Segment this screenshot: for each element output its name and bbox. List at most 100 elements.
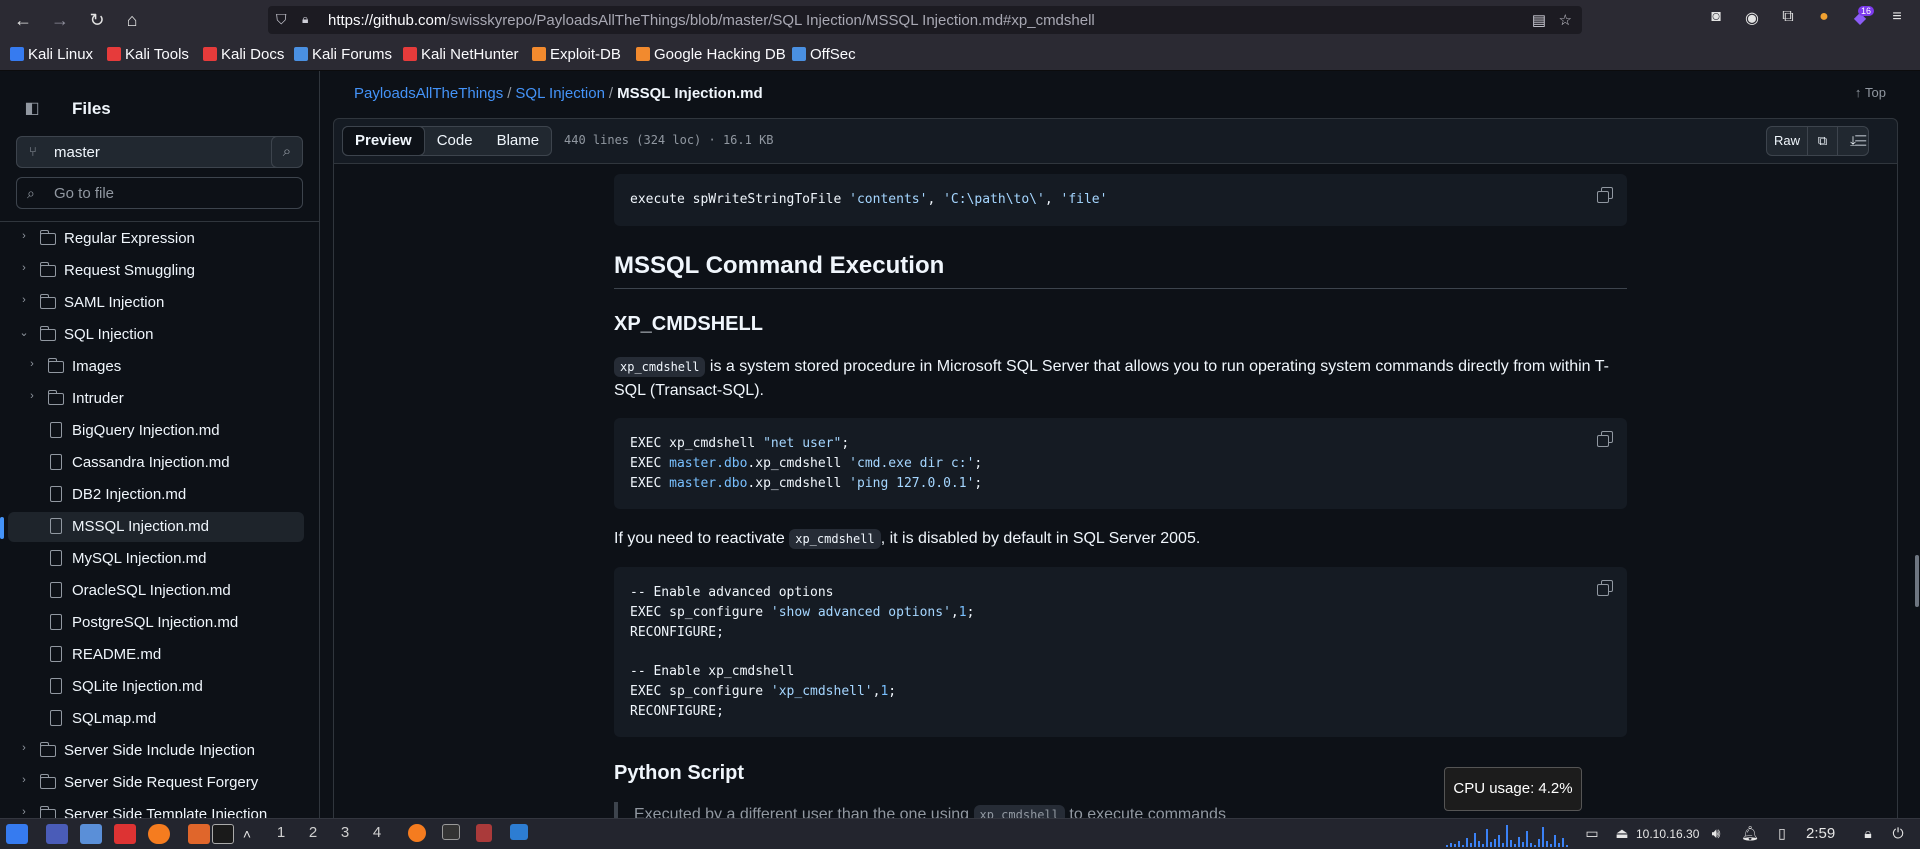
file-icon bbox=[48, 710, 64, 726]
tree-file[interactable]: OracleSQL Injection.md bbox=[8, 576, 304, 606]
copy-code-icon[interactable] bbox=[1597, 430, 1615, 448]
tree-folder[interactable]: › Server Side Include Injection bbox=[8, 736, 304, 766]
chevron-right-icon[interactable]: › bbox=[18, 294, 30, 306]
tree-folder[interactable]: ⌄ SQL Injection bbox=[8, 320, 304, 350]
terminal-icon[interactable] bbox=[212, 824, 234, 844]
cpu-graph-bar bbox=[1542, 827, 1544, 847]
branch-selector[interactable]: ⑂ master ▼ bbox=[16, 136, 297, 168]
tab-blame[interactable]: Blame bbox=[485, 127, 552, 155]
tree-file[interactable]: PostgreSQL Injection.md bbox=[8, 608, 304, 638]
volume-icon[interactable]: 🔊︎ bbox=[1706, 825, 1726, 842]
cpu-graph-bar bbox=[1454, 844, 1456, 847]
notification-bell-icon[interactable]: 🔔︎ bbox=[1740, 825, 1760, 842]
file-manager-icon[interactable] bbox=[80, 824, 102, 844]
chevron-right-icon[interactable]: › bbox=[26, 390, 38, 402]
pocket-icon[interactable]: ◙ bbox=[1704, 8, 1728, 26]
logout-icon[interactable]: ⏻ bbox=[1888, 825, 1908, 842]
tree-file[interactable]: SQLmap.md bbox=[8, 704, 304, 734]
search-button[interactable]: ⌕ bbox=[271, 136, 303, 168]
bookmark-kali-nethunter[interactable]: Kali NetHunter bbox=[403, 46, 519, 63]
forward-icon[interactable]: → bbox=[47, 8, 73, 32]
menu-icon[interactable]: ≡ bbox=[1885, 8, 1909, 26]
screen-icon[interactable]: ▭ bbox=[1582, 825, 1602, 842]
raw-button[interactable]: Raw bbox=[1767, 127, 1809, 155]
scrollbar-thumb[interactable] bbox=[1915, 555, 1919, 607]
account-icon[interactable]: ◉ bbox=[1740, 8, 1764, 28]
tree-folder[interactable]: › Request Smuggling bbox=[8, 256, 304, 286]
workspace-2[interactable]: 2 bbox=[302, 824, 324, 841]
url-bar[interactable]: ⛉ 🔒︎ https://github.com/swisskyrepo/Payl… bbox=[268, 6, 1582, 34]
copy-raw-icon[interactable]: ⧉ bbox=[1808, 127, 1839, 155]
top-button[interactable]: ↑ Top bbox=[1855, 85, 1886, 100]
tab-preview[interactable]: Preview bbox=[342, 126, 425, 156]
battery-icon[interactable]: ▯ bbox=[1772, 825, 1792, 842]
firefox-window-icon[interactable] bbox=[408, 824, 426, 842]
chevron-right-icon[interactable]: › bbox=[18, 742, 30, 754]
chevron-down-icon[interactable]: ⌄ bbox=[18, 326, 30, 339]
workspace-4[interactable]: 4 bbox=[366, 824, 388, 841]
tree-item-label: Server Side Template Injection bbox=[64, 806, 268, 818]
burp-suite-icon[interactable] bbox=[188, 824, 210, 844]
extensions-icon[interactable]: ⧉ bbox=[1776, 8, 1800, 26]
tree-folder[interactable]: › Server Side Template Injection bbox=[8, 800, 304, 818]
bookmark-kali-linux[interactable]: Kali Linux bbox=[10, 46, 93, 63]
tree-file[interactable]: Cassandra Injection.md bbox=[8, 448, 304, 478]
tree-file[interactable]: BigQuery Injection.md bbox=[8, 416, 304, 446]
back-icon[interactable]: ← bbox=[10, 8, 36, 32]
shield-icon[interactable]: ⛉ bbox=[276, 11, 292, 29]
reader-view-icon[interactable]: ▤ bbox=[1532, 12, 1546, 29]
show-desktop-icon[interactable] bbox=[46, 824, 68, 844]
reload-icon[interactable]: ↻ bbox=[84, 8, 110, 32]
code-comment: -- Enable xp_cmdshell bbox=[630, 664, 795, 680]
home-icon[interactable]: ⌂ bbox=[119, 8, 145, 32]
breadcrumb-repo-link[interactable]: PayloadsAllTheThings bbox=[354, 85, 503, 102]
url-text[interactable]: https://github.com/swisskyrepo/PayloadsA… bbox=[328, 12, 1095, 29]
chevron-up-icon[interactable]: ˄ bbox=[240, 824, 254, 844]
editor-window-icon[interactable] bbox=[476, 824, 492, 842]
chevron-right-icon[interactable]: › bbox=[18, 262, 30, 274]
copy-code-icon[interactable] bbox=[1597, 186, 1615, 204]
file-icon bbox=[48, 550, 64, 566]
go-to-file-input[interactable]: ⌕ Go to file bbox=[16, 177, 303, 209]
lock-screen-icon[interactable]: 🔒︎ bbox=[1858, 825, 1878, 842]
tree-file[interactable]: DB2 Injection.md bbox=[8, 480, 304, 510]
chevron-right-icon[interactable]: › bbox=[18, 230, 30, 242]
tab-code[interactable]: Code bbox=[425, 127, 485, 155]
bookmark-kali-docs[interactable]: Kali Docs bbox=[203, 46, 284, 63]
lock-icon[interactable]: 🔒︎ bbox=[302, 12, 316, 28]
collapse-panel-icon[interactable]: ◧ bbox=[16, 93, 48, 125]
copy-code-icon[interactable] bbox=[1597, 579, 1615, 597]
bookmark-google-hacking-db[interactable]: Google Hacking DB bbox=[636, 46, 786, 63]
network-lock-icon[interactable]: ⏏ bbox=[1612, 825, 1632, 842]
terminal-window-icon[interactable] bbox=[442, 824, 460, 840]
breadcrumb-dir-link[interactable]: SQL Injection bbox=[515, 85, 605, 102]
chevron-right-icon[interactable]: › bbox=[18, 806, 30, 818]
breadcrumb-current-file: MSSQL Injection.md bbox=[617, 85, 763, 102]
tree-folder[interactable]: › Intruder bbox=[8, 384, 304, 414]
tree-folder[interactable]: › SAML Injection bbox=[8, 288, 304, 318]
tree-file[interactable]: README.md bbox=[8, 640, 304, 670]
bookmark-kali-tools[interactable]: Kali Tools bbox=[107, 46, 189, 63]
page-scrollbar[interactable] bbox=[1912, 71, 1920, 818]
workspace-1[interactable]: 1 bbox=[270, 824, 292, 841]
tree-file[interactable]: SQLite Injection.md bbox=[8, 672, 304, 702]
exploit-db-icon bbox=[532, 47, 546, 61]
cookie-extension-icon[interactable]: ● bbox=[1812, 8, 1836, 26]
bookmark-star-icon[interactable]: ☆ bbox=[1559, 12, 1572, 29]
tree-folder[interactable]: › Images bbox=[8, 352, 304, 382]
bookmark-offsec[interactable]: OffSec bbox=[792, 46, 856, 63]
bookmark-exploit-db[interactable]: Exploit-DB bbox=[532, 46, 621, 63]
tree-folder[interactable]: › Regular Expression bbox=[8, 224, 304, 254]
kali-menu-icon[interactable] bbox=[6, 824, 28, 844]
app-window-icon[interactable] bbox=[510, 824, 528, 840]
firefox-icon[interactable] bbox=[148, 824, 170, 844]
chevron-right-icon[interactable]: › bbox=[26, 358, 38, 370]
workspace-3[interactable]: 3 bbox=[334, 824, 356, 841]
bookmark-kali-forums[interactable]: Kali Forums bbox=[294, 46, 392, 63]
chevron-right-icon[interactable]: › bbox=[18, 774, 30, 786]
tree-file[interactable]: MySQL Injection.md bbox=[8, 544, 304, 574]
text-editor-icon[interactable] bbox=[114, 824, 136, 844]
outline-list-icon[interactable]: ☰ bbox=[1854, 132, 1867, 150]
tree-folder[interactable]: › Server Side Request Forgery bbox=[8, 768, 304, 798]
tree-file[interactable]: MSSQL Injection.md bbox=[0, 512, 304, 542]
